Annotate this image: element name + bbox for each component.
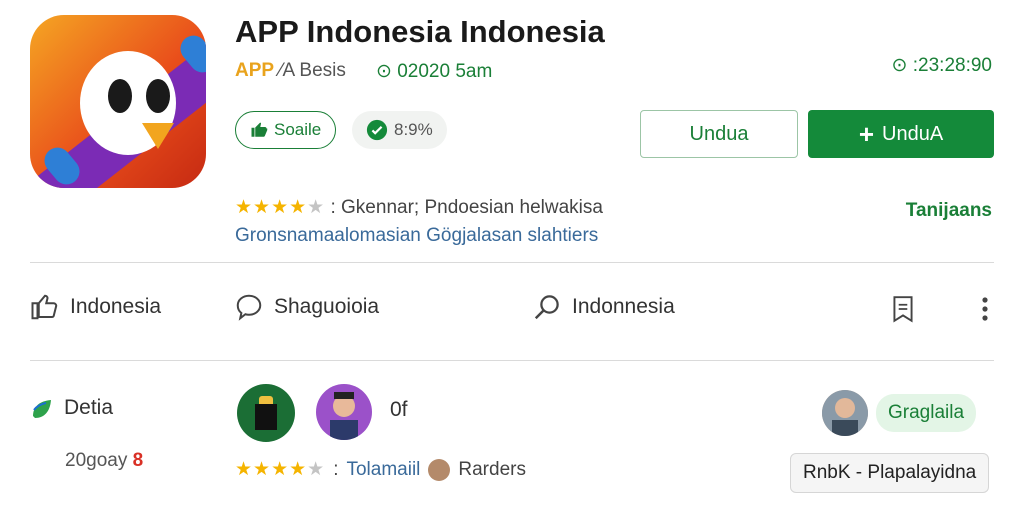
- more-vert-icon: [982, 297, 988, 321]
- review-link[interactable]: Tolamaiil: [346, 459, 420, 481]
- app-title: APP Indonesia Indonesia: [235, 14, 605, 49]
- tooltip: RnbK - Plapalayidna: [790, 453, 990, 493]
- plus-icon: +: [858, 118, 875, 149]
- status-pill[interactable]: Graglaila: [876, 394, 977, 432]
- reviewer-avatar: [428, 458, 451, 481]
- more-options-button[interactable]: [970, 292, 1000, 326]
- like-action[interactable]: Indonesia: [30, 292, 161, 322]
- rating-chip[interactable]: 8:9%: [352, 111, 447, 149]
- details-subvalue: 20goay 8: [65, 450, 144, 471]
- install-button[interactable]: + UnduA: [808, 110, 994, 158]
- clock-icon: ⊙: [891, 55, 908, 76]
- category-link[interactable]: Tanijaans: [906, 200, 992, 222]
- clock-badge-icon: ⊙: [376, 61, 392, 82]
- divider: [30, 262, 994, 263]
- star-rating: ★★★★★: [235, 197, 326, 218]
- star-rating: ★★★★★: [235, 459, 326, 480]
- leaf-icon: [33, 400, 51, 418]
- user-avatar[interactable]: [822, 390, 868, 436]
- search-action[interactable]: Indonnesia: [532, 292, 675, 322]
- app-icon: [30, 15, 206, 188]
- avatar[interactable]: [237, 384, 295, 442]
- update-stamp: ⊙ 02020 5am: [376, 61, 493, 82]
- reviewer-name: Rarders: [458, 458, 526, 480]
- developer-subtitle: ⁄A Besis: [279, 60, 346, 81]
- app-description: Gronsnamaalomasian Gögjalasan slahtiers: [235, 225, 599, 246]
- bookmark-icon: [893, 296, 913, 323]
- review-summary: ★★★★★ : Tolamaiil Rarders: [235, 458, 526, 481]
- thumbs-up-icon: [251, 122, 268, 137]
- developer-line: APP ⁄A Besis: [235, 60, 346, 82]
- divider: [30, 360, 994, 361]
- bookmark-button[interactable]: [888, 292, 918, 326]
- check-circle-icon: [366, 119, 388, 141]
- of-label: 0f: [390, 398, 408, 421]
- thumbs-up-outline-icon: [31, 294, 58, 320]
- secondary-download-button[interactable]: Undua: [640, 110, 798, 158]
- comment-icon: [236, 294, 262, 321]
- developer-brand: APP: [235, 60, 275, 81]
- like-chip[interactable]: Soaile: [235, 111, 337, 149]
- details-heading: Detia: [30, 396, 113, 420]
- count-badge: 8: [132, 450, 144, 471]
- search-icon: [534, 295, 559, 320]
- timer-readout: ⊙ :23:28:90: [891, 55, 992, 76]
- rating-summary: ★★★★★ : Gkennar; Pndoesian helwakisa: [235, 197, 603, 218]
- comment-action[interactable]: Shaguoioia: [234, 292, 379, 322]
- avatar[interactable]: [316, 384, 372, 440]
